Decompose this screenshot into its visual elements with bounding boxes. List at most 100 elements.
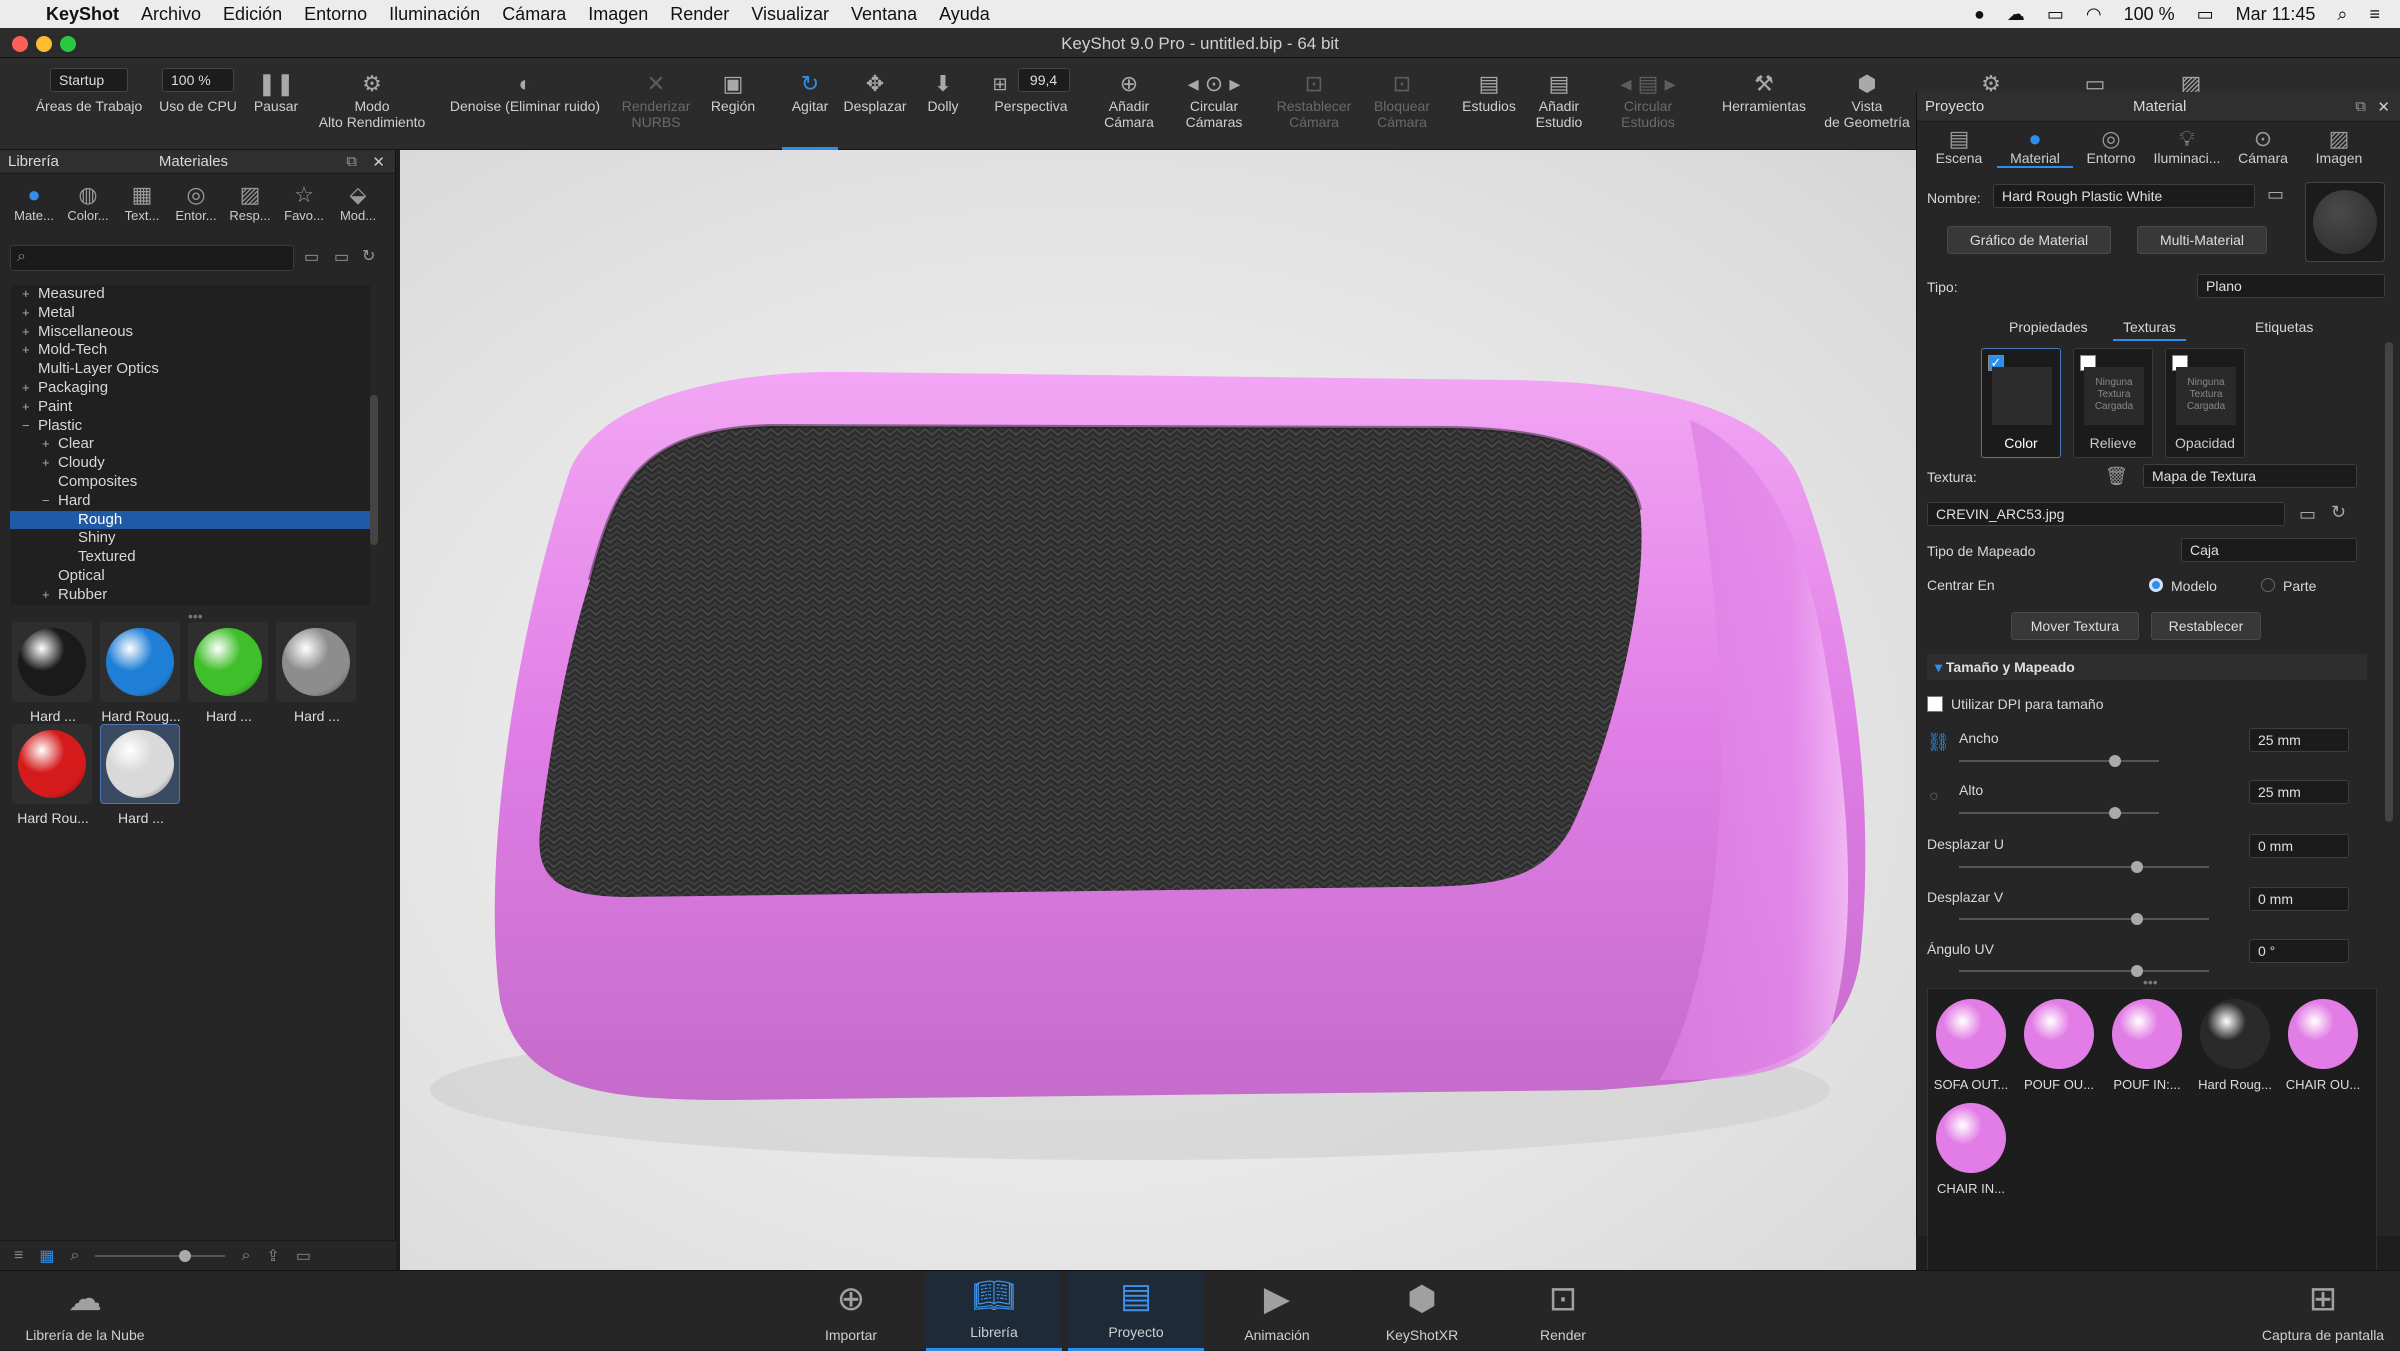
tree-item[interactable]: Textured bbox=[10, 548, 370, 567]
project-dock-button[interactable]: ▤ Proyecto bbox=[1068, 1271, 1204, 1351]
close-icon[interactable]: ✕ bbox=[372, 153, 385, 171]
display-icon[interactable]: ▭ bbox=[2047, 4, 2064, 25]
cloud-library-button[interactable]: ☁ Librería de la Nube bbox=[10, 1271, 160, 1351]
menu-ayuda[interactable]: Ayuda bbox=[939, 4, 990, 25]
refresh-icon[interactable]: ↻ bbox=[362, 246, 375, 266]
tab-camera[interactable]: ⊙ Cámara bbox=[2225, 126, 2301, 166]
texture-type-dropdown[interactable]: Mapa de Textura bbox=[2143, 464, 2357, 488]
reset-texture-button[interactable]: Restablecer bbox=[2151, 612, 2261, 640]
cpu-dropdown[interactable]: 100 % bbox=[162, 68, 234, 92]
expand-icon[interactable]: + bbox=[22, 304, 30, 323]
unlink-icon[interactable]: ○ bbox=[1929, 788, 1939, 806]
subtab-labels[interactable]: Etiquetas bbox=[2255, 319, 2313, 335]
radio-part[interactable] bbox=[2261, 578, 2275, 592]
collapse-icon[interactable]: − bbox=[22, 417, 30, 436]
material-thumbnail[interactable]: Hard ... bbox=[276, 622, 358, 724]
mapping-type-dropdown[interactable]: Caja bbox=[2181, 538, 2357, 562]
tab-environment[interactable]: ◎ Entorno bbox=[2073, 126, 2149, 166]
tools-button[interactable]: ⚒ Herramientas bbox=[1716, 58, 1812, 150]
shift-v-slider[interactable] bbox=[1959, 913, 2209, 925]
tree-item[interactable]: + Cloudy bbox=[10, 454, 370, 473]
performance-mode-button[interactable]: ⚙ Modo Alto Rendimiento bbox=[312, 58, 432, 150]
uv-angle-input[interactable]: 0 ° bbox=[2249, 939, 2349, 963]
fov-input[interactable]: 99,4 bbox=[1017, 68, 1070, 92]
studios-button[interactable]: ▤ Estudios bbox=[1456, 58, 1522, 150]
tree-item[interactable]: + Measured bbox=[10, 285, 370, 304]
scene-material-swatch[interactable]: CHAIR IN... bbox=[1932, 1103, 2010, 1196]
texture-slot[interactable]: Ninguna Textura Cargada Opacidad bbox=[2165, 348, 2245, 458]
collapse-icon[interactable]: − bbox=[42, 492, 50, 511]
height-input[interactable]: 25 mm bbox=[2249, 780, 2349, 804]
upload-icon[interactable]: ⇪ bbox=[266, 1246, 279, 1266]
material-name-input[interactable]: Hard Rough Plastic White bbox=[1993, 184, 2255, 208]
folder-icon[interactable]: ▭ bbox=[296, 1246, 311, 1266]
save-material-icon[interactable]: ▭ bbox=[2267, 184, 2284, 205]
subtab-textures[interactable]: Texturas bbox=[2113, 319, 2186, 341]
shift-u-input[interactable]: 0 mm bbox=[2249, 834, 2349, 858]
tree-item[interactable]: + Rubber bbox=[10, 586, 370, 605]
list-view-icon[interactable]: ≡ bbox=[14, 1247, 23, 1265]
keyshotxr-button[interactable]: ⬢ KeyShotXR bbox=[1376, 1271, 1468, 1351]
thumbnail-size-slider[interactable] bbox=[95, 1249, 226, 1262]
zoom-out-icon[interactable]: ⌕ bbox=[70, 1247, 79, 1265]
record-icon[interactable]: ● bbox=[1974, 4, 1985, 25]
spotlight-search-icon[interactable]: ⌕ bbox=[2337, 4, 2347, 25]
tree-item[interactable]: − Hard bbox=[10, 492, 370, 511]
list-menu-icon[interactable]: ≡ bbox=[2369, 4, 2380, 25]
clock[interactable]: Mar 11:45 bbox=[2236, 4, 2316, 25]
slider-knob[interactable] bbox=[179, 1249, 192, 1262]
animation-button[interactable]: ▶ Animación bbox=[1232, 1271, 1322, 1351]
material-category-tree[interactable]: + Measured + Metal + Miscellaneous + Mold-Tech M… bbox=[10, 285, 370, 605]
tab-models[interactable]: ⬙ Mod... bbox=[330, 182, 386, 223]
type-dropdown[interactable]: Plano bbox=[2197, 274, 2385, 298]
grid-view-icon[interactable]: ▦ bbox=[39, 1246, 54, 1266]
shift-v-input[interactable]: 0 mm bbox=[2249, 887, 2349, 911]
tree-item[interactable]: + Miscellaneous bbox=[10, 323, 370, 342]
tree-scrollbar[interactable] bbox=[370, 395, 378, 545]
library-dock-button[interactable]: 📖︎ Librería bbox=[926, 1271, 1062, 1351]
tree-item[interactable]: Optical bbox=[10, 567, 370, 586]
tab-backplates[interactable]: ▨ Resp... bbox=[222, 182, 278, 223]
popout-icon[interactable]: ⧉ bbox=[2355, 98, 2366, 115]
size-mapping-section[interactable]: ▾ Tamaño y Mapeado bbox=[1927, 654, 2367, 680]
library-search-input[interactable]: ⌕ bbox=[10, 245, 294, 271]
denoise-button[interactable]: ◐ Denoise (Eliminar ruido) bbox=[442, 58, 608, 150]
link-icon[interactable]: ⛓ bbox=[1927, 732, 1950, 753]
tumble-button[interactable]: ↻ Agitar bbox=[782, 58, 838, 150]
dpi-checkbox[interactable] bbox=[1927, 696, 1943, 712]
menu-visualizar[interactable]: Visualizar bbox=[751, 4, 829, 25]
menu-imagen[interactable]: Imagen bbox=[588, 4, 648, 25]
menu-keyshot[interactable]: KeyShot bbox=[46, 4, 119, 25]
multi-material-button[interactable]: Multi-Material bbox=[2137, 226, 2267, 254]
expand-icon[interactable]: + bbox=[22, 398, 30, 417]
material-thumbnail[interactable]: Hard Rou... bbox=[12, 724, 94, 826]
tab-colors[interactable]: ◍ Color... bbox=[60, 182, 116, 223]
region-button[interactable]: ▣ Región bbox=[706, 58, 760, 150]
tree-item[interactable]: Composites bbox=[10, 473, 370, 492]
menu-edicion[interactable]: Edición bbox=[223, 4, 282, 25]
perspective-control[interactable]: ⊞ 99,4 Perspectiva bbox=[978, 58, 1084, 150]
tree-item[interactable]: + Clear bbox=[10, 435, 370, 454]
menu-entorno[interactable]: Entorno bbox=[304, 4, 367, 25]
material-thumbnail[interactable]: Hard ... bbox=[100, 724, 182, 826]
material-thumbnail[interactable]: Hard ... bbox=[188, 622, 270, 724]
tree-item[interactable]: + Metal bbox=[10, 304, 370, 323]
tree-item[interactable]: Multi-Layer Optics bbox=[10, 360, 370, 379]
menu-iluminacion[interactable]: Iluminación bbox=[389, 4, 480, 25]
scene-material-swatch[interactable]: Hard Roug... bbox=[2196, 999, 2274, 1092]
cycle-cameras-button[interactable]: ◂ ⊙ ▸ Circular Cámaras bbox=[1172, 58, 1256, 150]
tree-item[interactable]: Shiny bbox=[10, 529, 370, 548]
add-camera-button[interactable]: ⊕ Añadir Cámara bbox=[1094, 58, 1164, 150]
expand-icon[interactable]: + bbox=[22, 285, 30, 304]
tab-scene[interactable]: ▤ Escena bbox=[1921, 126, 1997, 166]
workspace-dropdown[interactable]: Startup bbox=[50, 68, 128, 92]
subtab-properties[interactable]: Propiedades bbox=[2009, 319, 2088, 335]
screenshot-button[interactable]: ⊞ Captura de pantalla bbox=[2248, 1271, 2398, 1351]
width-slider[interactable] bbox=[1959, 755, 2159, 767]
pan-button[interactable]: ✥ Desplazar bbox=[842, 58, 908, 150]
popout-icon[interactable]: ⧉ bbox=[346, 153, 357, 170]
tree-item[interactable]: − Plastic bbox=[10, 417, 370, 436]
reset-camera-button[interactable]: ⊡ Restablecer Cámara bbox=[1268, 58, 1360, 150]
tab-materials[interactable]: ● Mate... bbox=[6, 182, 62, 223]
tab-material[interactable]: ● Material bbox=[1997, 126, 2073, 168]
